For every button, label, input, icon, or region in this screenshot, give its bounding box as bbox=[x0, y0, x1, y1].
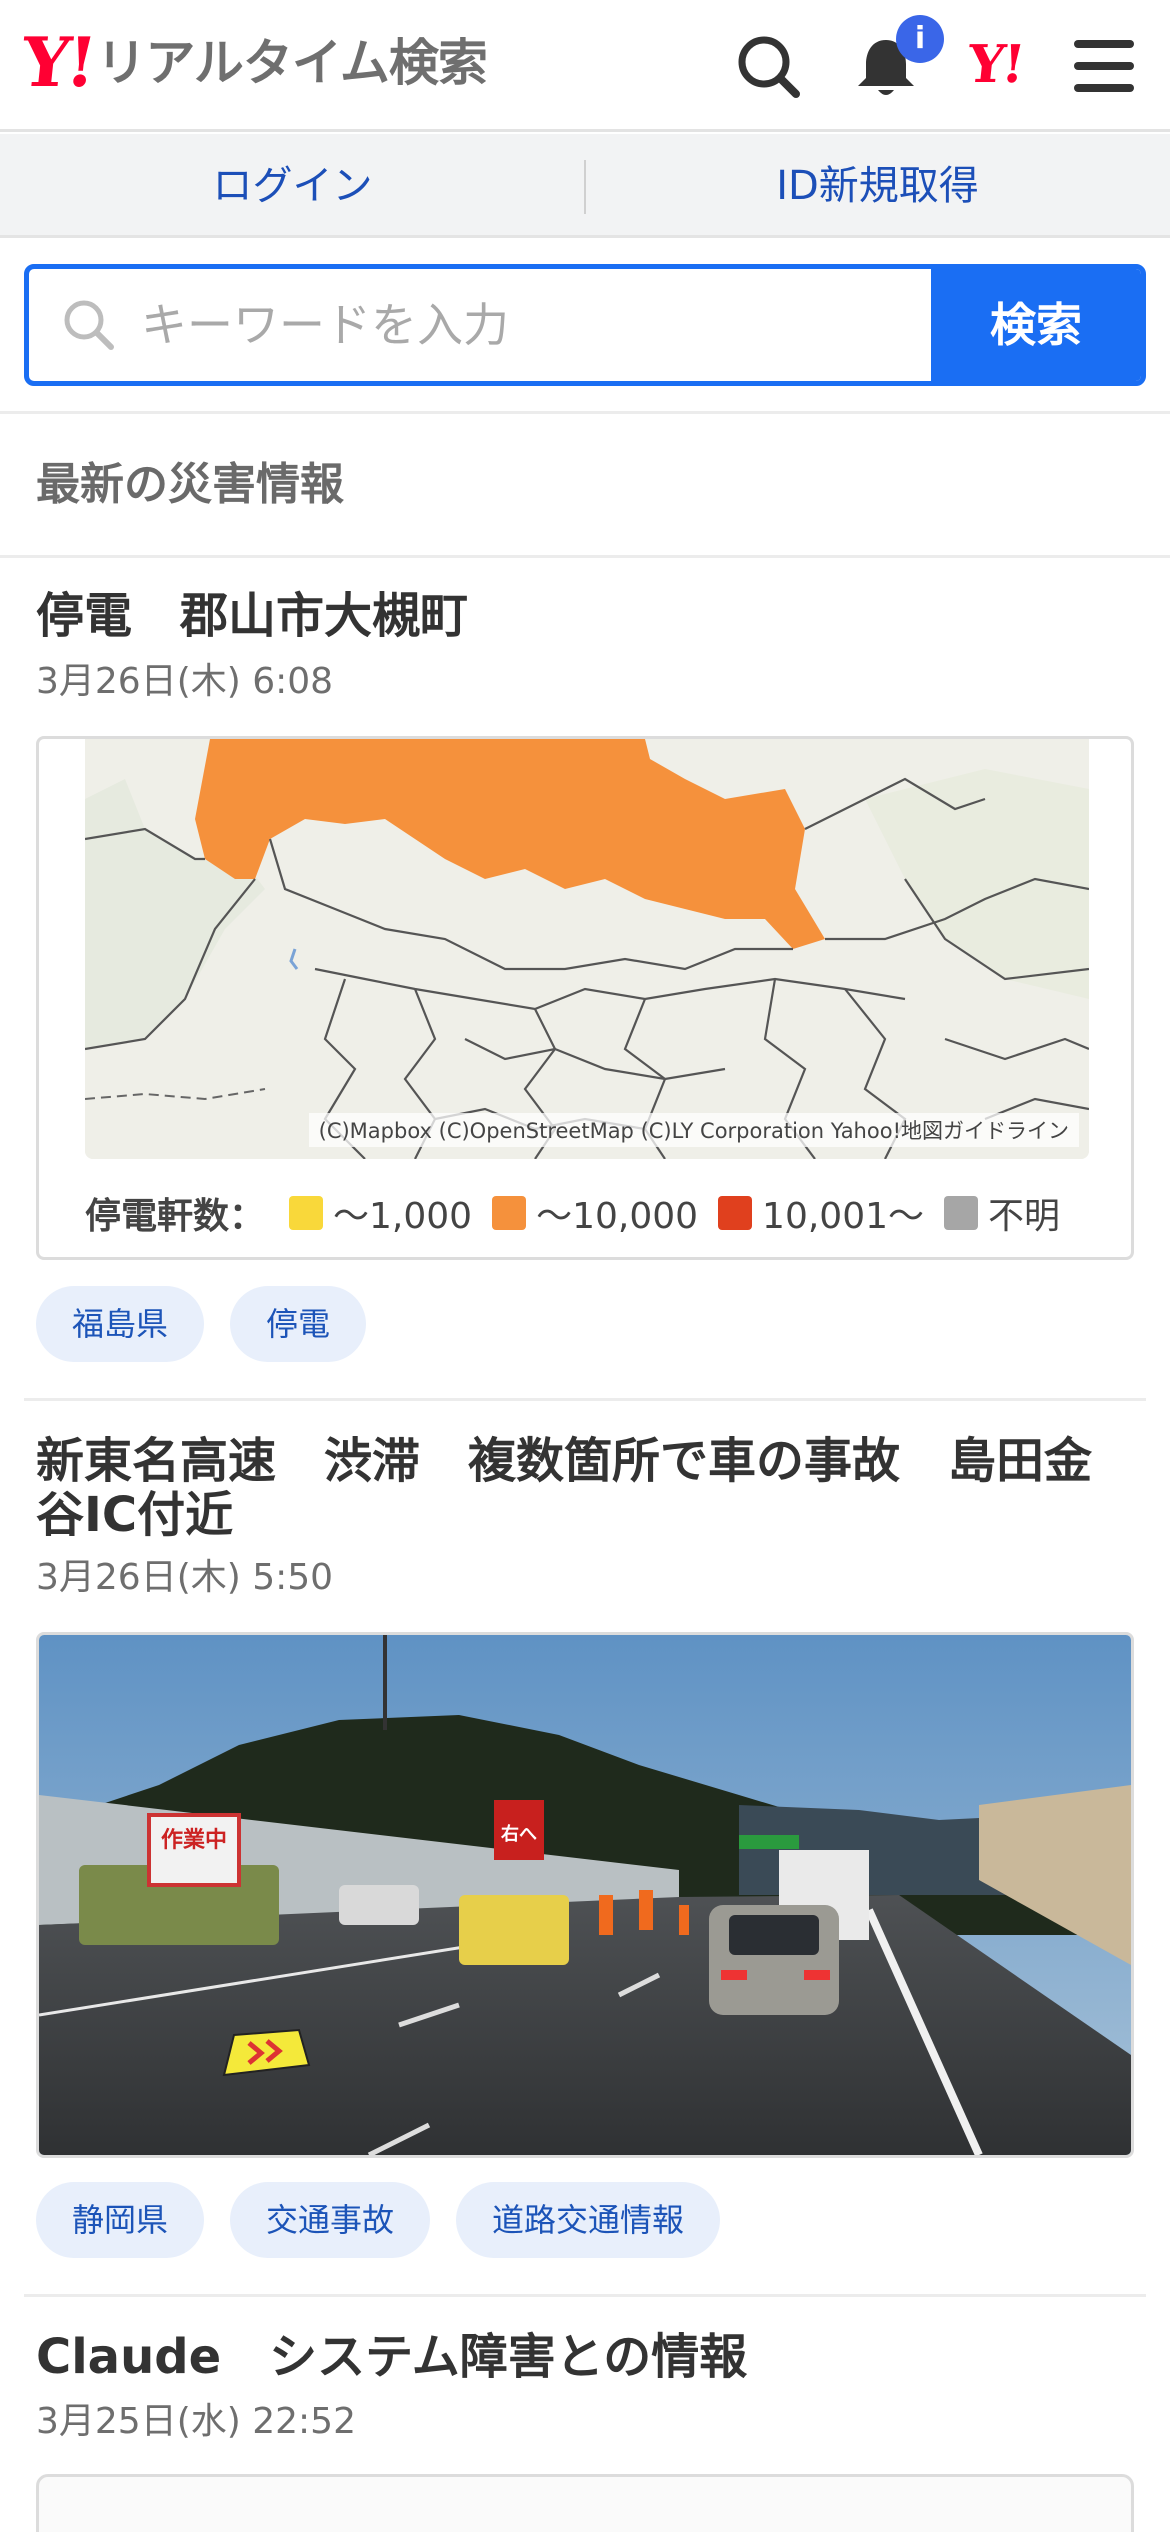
article-title[interactable]: 新東名高速 渋滞 複数箇所で車の事故 島田金谷IC付近 bbox=[36, 1434, 1136, 1542]
article-card[interactable] bbox=[36, 2474, 1134, 2532]
map-legend: 停電軒数： 〜1,000 〜10,000 10,001〜 不明 bbox=[85, 1187, 1074, 1239]
logo-title: リアルタイム検索 bbox=[96, 34, 487, 92]
legend-swatch-orange bbox=[492, 1196, 527, 1230]
legend-item: 10,001〜 bbox=[712, 1187, 924, 1239]
tag-list: 福島県 停電 bbox=[36, 1286, 392, 1362]
article-time: 3月26日(木) 5:50 bbox=[36, 1557, 334, 1598]
login-link[interactable]: ログイン bbox=[0, 134, 585, 238]
legend-item: 〜10,000 bbox=[486, 1187, 698, 1239]
tag-chip[interactable]: 道路交通情報 bbox=[456, 2182, 721, 2258]
map-credit: (C)Mapbox (C)OpenStreetMap (C)LY Corpora… bbox=[308, 1113, 1079, 1147]
notification-badge[interactable]: i bbox=[896, 15, 944, 63]
yahoo-logo-mark: Y! bbox=[17, 23, 97, 103]
legend-label: 停電軒数： bbox=[85, 1196, 266, 1237]
outage-map[interactable]: (C)Mapbox (C)OpenStreetMap (C)LY Corpora… bbox=[85, 739, 1089, 1159]
hamburger-menu-icon[interactable] bbox=[1068, 28, 1144, 104]
yahoo-realtime-logo[interactable]: Y! リアルタイム検索 bbox=[17, 23, 488, 103]
tag-list: 静岡県 交通事故 道路交通情報 bbox=[36, 2182, 746, 2258]
article-title[interactable]: Claude システム障害との情報 bbox=[36, 2330, 1136, 2384]
search-form: 検索 bbox=[24, 264, 1146, 386]
tag-chip[interactable]: 静岡県 bbox=[36, 2182, 205, 2258]
article-title[interactable]: 停電 郡山市大槻町 bbox=[36, 589, 1136, 643]
accident-photo[interactable]: 作業中 右へ bbox=[36, 1632, 1134, 2158]
header: Y! リアルタイム検索 i Y! bbox=[0, 0, 1170, 132]
legend-swatch-yellow bbox=[289, 1196, 324, 1230]
legend-item-label: 不明 bbox=[988, 1196, 1061, 1237]
section-title: 最新の災害情報 bbox=[36, 459, 344, 510]
legend-item-label: 10,001〜 bbox=[762, 1196, 925, 1237]
divider bbox=[0, 555, 1170, 558]
legend-swatch-gray bbox=[944, 1196, 979, 1230]
work-sign-text: 作業中 bbox=[161, 1828, 227, 1853]
yahoo-icon[interactable]: Y! bbox=[965, 34, 1025, 95]
outage-map-card[interactable]: (C)Mapbox (C)OpenStreetMap (C)LY Corpora… bbox=[36, 736, 1134, 1260]
article-time: 3月26日(木) 6:08 bbox=[36, 661, 334, 702]
search-input[interactable] bbox=[141, 269, 941, 381]
divider bbox=[0, 411, 1170, 414]
search-icon[interactable] bbox=[730, 28, 806, 104]
legend-item: 不明 bbox=[938, 1187, 1060, 1239]
tag-chip[interactable]: 停電 bbox=[230, 1286, 367, 1362]
legend-item: 〜1,000 bbox=[283, 1187, 472, 1239]
legend-item-label: 〜1,000 bbox=[333, 1196, 473, 1237]
search-icon bbox=[57, 293, 121, 357]
highway-photo-image: 作業中 右へ bbox=[39, 1635, 1131, 2155]
divider bbox=[24, 1398, 1146, 1401]
auth-bar: ログイン ID新規取得 bbox=[0, 134, 1170, 238]
register-link[interactable]: ID新規取得 bbox=[585, 134, 1170, 238]
legend-swatch-red bbox=[718, 1196, 753, 1230]
tag-chip[interactable]: 福島県 bbox=[36, 1286, 205, 1362]
legend-item-label: 〜10,000 bbox=[536, 1196, 699, 1237]
map-graphic bbox=[85, 739, 1089, 1159]
tag-chip[interactable]: 交通事故 bbox=[230, 2182, 431, 2258]
article-time: 3月25日(水) 22:52 bbox=[36, 2401, 356, 2442]
divider bbox=[24, 2294, 1146, 2297]
search-button[interactable]: 検索 bbox=[931, 269, 1141, 381]
right-sign-text: 右へ bbox=[501, 1823, 537, 1845]
